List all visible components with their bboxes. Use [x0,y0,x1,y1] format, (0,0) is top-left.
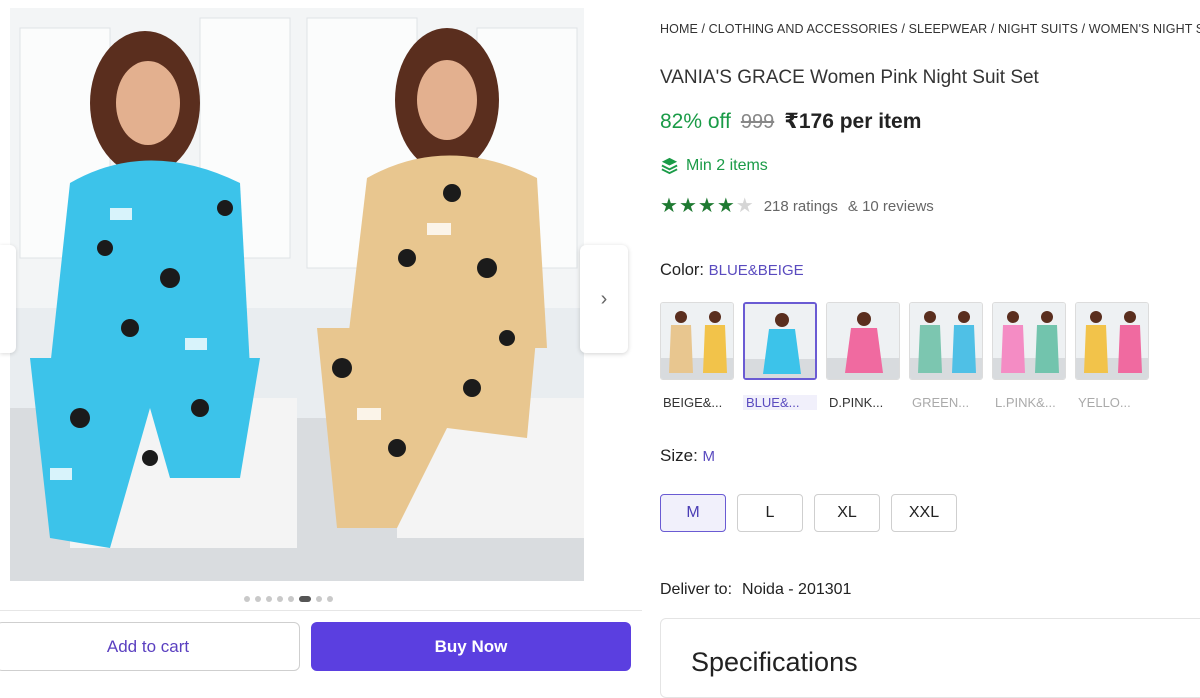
product-title: VANIA'S GRACE Women Pink Night Suit Set [660,67,1039,88]
star-filled-icon: ★ [678,195,697,217]
star-filled-icon: ★ [697,195,716,217]
size-heading: Size: M [660,446,715,466]
size-label: Size: [660,446,698,465]
rating-stars: ★ ★ ★ ★ ★ [660,196,754,216]
color-swatch-image [660,302,734,380]
color-swatch[interactable]: D.PINK... [826,302,900,410]
color-swatch[interactable]: GREEN... [909,302,983,410]
color-swatch[interactable]: BLUE&... [743,302,817,410]
selected-color: BLUE&BEIGE [708,262,804,279]
action-bar: Add to cart Buy Now [0,610,642,677]
product-gallery: › Add to cart Buy Now [0,0,645,677]
rating-row: ★ ★ ★ ★ ★ 218 ratings & 10 reviews [660,196,934,216]
color-swatch-label: BEIGE&... [663,395,723,410]
gallery-dot[interactable] [288,596,294,602]
size-option-xl[interactable]: XL [814,494,880,532]
reviews-count[interactable]: & 10 reviews [848,198,934,215]
product-image-beige[interactable] [297,8,584,581]
discount-percent: 82% off [660,110,731,133]
gallery-pagination [244,596,333,602]
gallery-prev-button[interactable] [0,245,16,353]
delivery-row[interactable]: Deliver to: Noida - 201301 [660,581,851,599]
color-swatch-label: D.PINK... [829,395,884,410]
size-option-xxl[interactable]: XXL [891,494,957,532]
original-price: 999 [740,111,775,133]
color-label: Color: [660,261,705,279]
size-option-l[interactable]: L [737,494,803,532]
specifications-card: Specifications [660,618,1200,698]
size-option-m[interactable]: M [660,494,726,532]
color-swatch[interactable]: L.PINK&... [992,302,1066,410]
specifications-title: Specifications [691,647,858,677]
color-heading: Color: BLUE&BEIGE [660,261,804,280]
color-swatch[interactable]: BEIGE&... [660,302,734,410]
min-order: Min 2 items [660,156,768,175]
color-swatch-image [909,302,983,380]
deliver-label: Deliver to: [660,581,733,598]
color-swatch-label: GREEN... [912,395,970,410]
product-image-blue[interactable] [10,8,297,581]
color-swatch[interactable]: YELLO... [1075,302,1149,410]
product-details: HOME / CLOTHING AND ACCESSORIES / SLEEPW… [660,0,1200,698]
delivery-location[interactable]: Noida - 201301 [742,581,851,598]
gallery-dot[interactable] [316,596,322,602]
layers-icon [661,157,678,175]
color-swatch-label: YELLO... [1078,395,1131,410]
color-swatch-label: L.PINK&... [995,395,1056,410]
star-filled-icon: ★ [716,195,735,217]
gallery-dot[interactable] [277,596,283,602]
gallery-dot[interactable] [266,596,272,602]
selected-size: M [702,448,716,465]
gallery-dot-active[interactable] [299,596,311,602]
add-to-cart-button[interactable]: Add to cart [0,622,300,671]
color-swatch-image [992,302,1066,380]
color-swatch-image [1075,302,1149,380]
star-empty-icon: ★ [735,195,754,217]
color-swatch-label: BLUE&... [743,395,817,410]
gallery-dot[interactable] [255,596,261,602]
gallery-next-button[interactable]: › [580,245,628,353]
gallery-dot[interactable] [327,596,333,602]
ratings-count[interactable]: 218 ratings [764,198,838,215]
chevron-right-icon: › [600,287,608,310]
selling-price: ₹176 per item [784,110,922,133]
gallery-dot[interactable] [244,596,250,602]
color-swatch-image [826,302,900,380]
size-options: M L XL XXL [660,494,957,532]
min-order-text: Min 2 items [686,156,768,174]
color-swatch-image [743,302,817,380]
price-row: 82% off 999 ₹176 per item [660,109,921,134]
buy-now-button[interactable]: Buy Now [311,622,631,671]
color-swatches: BEIGE&... BLUE&... D.PINK... GREEN... L.PINK… [660,302,1149,410]
star-filled-icon: ★ [660,195,678,217]
breadcrumb[interactable]: HOME / CLOTHING AND ACCESSORIES / SLEEPW… [660,22,1200,36]
